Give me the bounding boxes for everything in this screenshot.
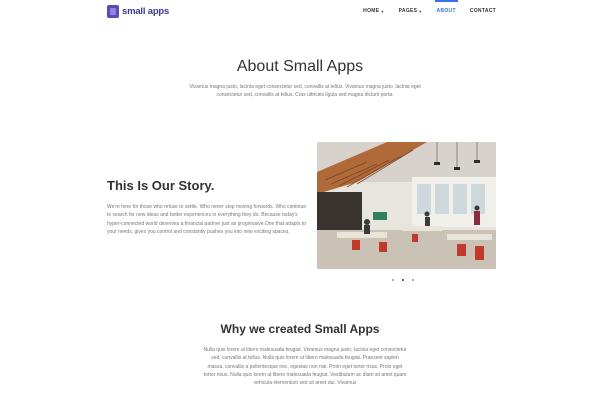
carousel-dot[interactable]	[412, 279, 414, 281]
top-navbar: small apps HOME ▼ PAGES ▼ ABOUT CONTACT	[0, 0, 600, 22]
nav-item-pages[interactable]: PAGES ▼	[399, 0, 423, 22]
nav-item-home[interactable]: HOME ▼	[363, 0, 384, 22]
brand-logo[interactable]: small apps	[107, 4, 169, 18]
nav-item-label: ABOUT	[436, 8, 456, 14]
carousel-dot-active[interactable]	[402, 279, 404, 281]
logo-mark-icon	[107, 4, 119, 18]
nav-menu: HOME ▼ PAGES ▼ ABOUT CONTACT	[349, 0, 496, 22]
nav-item-about[interactable]: ABOUT	[434, 0, 459, 22]
brand-name: small apps	[122, 5, 170, 17]
why-title: Why we created Small Apps	[220, 322, 380, 336]
story-title: This Is Our Story.	[107, 178, 215, 193]
carousel-dot[interactable]	[392, 279, 394, 281]
about-description: Vivamus magna justo, lacinia eget consec…	[189, 84, 421, 98]
story-description: We're here for those who refuse to settl…	[107, 204, 307, 236]
why-description: Nulla quis lorem ut libero malesuada feu…	[203, 347, 407, 387]
chevron-down-icon: ▼	[418, 8, 423, 14]
office-photo-illustration	[317, 142, 496, 269]
chevron-down-icon: ▼	[380, 8, 385, 14]
about-title: About Small Apps	[236, 58, 364, 75]
nav-item-label: PAGES	[398, 8, 418, 14]
office-photo	[317, 142, 496, 269]
nav-item-label: HOME	[363, 8, 380, 14]
carousel-indicators	[392, 279, 422, 281]
nav-item-label: CONTACT	[469, 8, 496, 14]
nav-item-contact[interactable]: CONTACT	[470, 0, 496, 22]
